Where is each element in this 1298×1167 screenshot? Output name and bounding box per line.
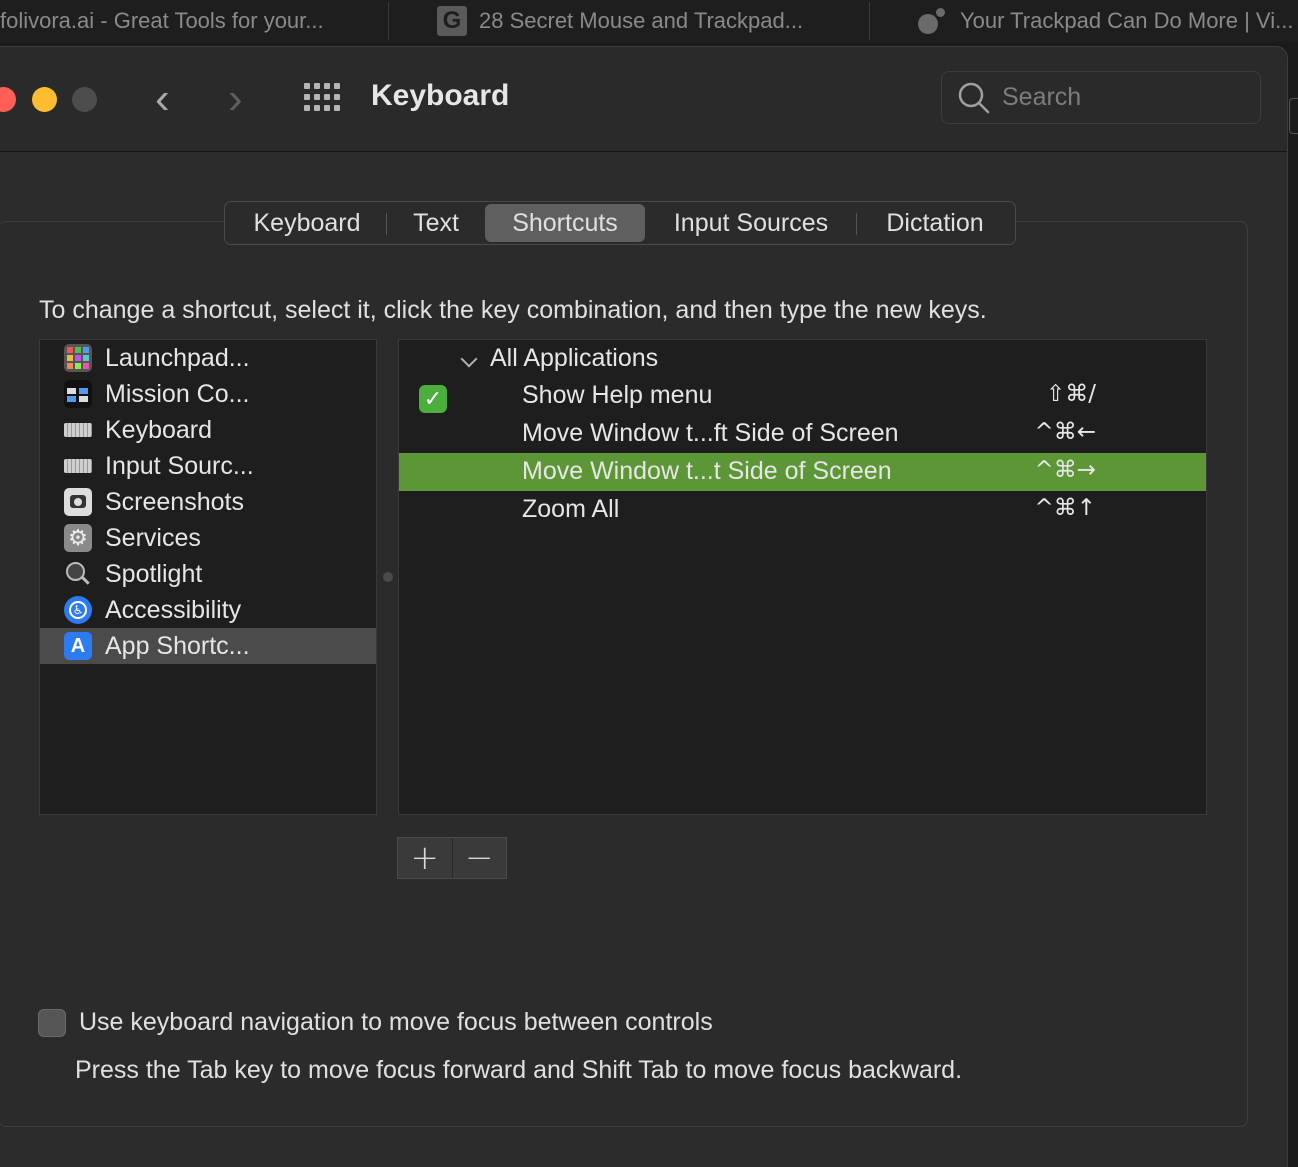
tab-bar: Keyboard Text Shortcuts Input Sources Di… xyxy=(224,201,1016,245)
mission-control-icon xyxy=(64,380,92,408)
shortcut-list: All Applications ✓ Show Help menu ⇧⌘/ Mo… xyxy=(398,339,1207,815)
category-item-input-sources[interactable]: Input Sourc... xyxy=(40,448,376,484)
shortcut-keys[interactable]: ^⌘← xyxy=(1034,419,1096,445)
category-item-spotlight[interactable]: Spotlight xyxy=(40,556,376,592)
gear-icon: ⚙ xyxy=(64,524,92,552)
category-item-mission-control[interactable]: Mission Co... xyxy=(40,376,376,412)
close-button[interactable] xyxy=(0,87,16,112)
browser-tab[interactable]: folivora.ai - Great Tools for your... xyxy=(0,0,389,42)
category-item-app-shortcuts[interactable]: A App Shortc... xyxy=(40,628,376,664)
shortcut-label: Move Window t...t Side of Screen xyxy=(522,457,892,485)
browser-tab-strip: folivora.ai - Great Tools for your... G … xyxy=(0,0,1298,42)
category-item-keyboard[interactable]: Keyboard xyxy=(40,412,376,448)
tab-label: Text xyxy=(413,208,459,237)
search-input[interactable] xyxy=(1000,82,1244,113)
chevron-down-icon[interactable] xyxy=(460,350,478,368)
app-store-icon: A xyxy=(64,632,92,660)
search-icon xyxy=(958,82,990,113)
add-remove-buttons: + − xyxy=(397,837,507,879)
tab-label: Keyboard xyxy=(253,208,361,237)
adjacent-window-edge xyxy=(1289,98,1298,134)
shortcut-label: Show Help menu xyxy=(522,381,713,409)
add-shortcut-button[interactable]: + xyxy=(398,838,453,878)
tab-label: Dictation xyxy=(886,208,984,237)
tab-input-sources[interactable]: Input Sources xyxy=(645,204,857,242)
tab-dictation[interactable]: Dictation xyxy=(857,204,1013,242)
preferences-window: ‹ › Keyboard Keyboard Text Shortcuts xyxy=(0,46,1288,1167)
category-list: Launchpad... Mission Co... Keyboard Inpu… xyxy=(39,339,377,815)
shortcut-row[interactable]: Move Window t...ft Side of Screen ^⌘← xyxy=(399,415,1206,453)
category-label: Mission Co... xyxy=(105,379,250,408)
tab-label: Input Sources xyxy=(673,208,829,237)
search-field[interactable] xyxy=(941,71,1261,124)
browser-tab-title: Your Trackpad Can Do More | Vi... xyxy=(960,8,1294,33)
dots-favicon-icon xyxy=(916,6,950,36)
category-item-launchpad[interactable]: Launchpad... xyxy=(40,340,376,376)
tab-shortcuts[interactable]: Shortcuts xyxy=(485,204,645,242)
remove-shortcut-button[interactable]: − xyxy=(453,838,507,878)
keyboard-navigation-label[interactable]: Use keyboard navigation to move focus be… xyxy=(79,1008,713,1037)
minimize-button[interactable] xyxy=(32,87,57,112)
screenshot-icon xyxy=(64,488,92,516)
category-label: Screenshots xyxy=(105,487,244,516)
category-label: Services xyxy=(105,523,201,552)
group-label: All Applications xyxy=(490,344,659,372)
shortcut-row[interactable]: ✓ Show Help menu ⇧⌘/ xyxy=(399,377,1206,415)
browser-tab-title: folivora.ai - Great Tools for your... xyxy=(0,8,324,33)
category-label: App Shortc... xyxy=(105,631,250,660)
back-button[interactable]: ‹ xyxy=(155,77,170,121)
browser-tab[interactable]: Your Trackpad Can Do More | Vi... xyxy=(870,0,1298,42)
forward-button[interactable]: › xyxy=(228,77,243,121)
shortcut-keys[interactable]: ⇧⌘/ xyxy=(1046,381,1096,407)
magnifier-icon xyxy=(64,560,92,588)
shortcut-row[interactable]: Move Window t...t Side of Screen ^⌘→ xyxy=(399,453,1206,491)
category-label: Accessibility xyxy=(105,595,242,624)
keyboard-navigation-description: Press the Tab key to move focus forward … xyxy=(75,1056,963,1084)
category-item-services[interactable]: ⚙ Services xyxy=(40,520,376,556)
title-bar: ‹ › Keyboard xyxy=(0,47,1287,152)
g-favicon-icon: G xyxy=(437,6,467,36)
browser-tab-title: 28 Secret Mouse and Trackpad... xyxy=(479,8,804,33)
category-label: Keyboard xyxy=(105,415,213,444)
keyboard-navigation-checkbox[interactable] xyxy=(38,1009,66,1037)
shortcut-keys[interactable]: ^⌘→ xyxy=(1034,457,1096,483)
tab-label: Shortcuts xyxy=(512,208,618,237)
zoom-button[interactable] xyxy=(72,87,97,112)
category-item-accessibility[interactable]: ♿ Accessibility xyxy=(40,592,376,628)
category-item-screenshots[interactable]: Screenshots xyxy=(40,484,376,520)
shortcut-enabled-checkbox[interactable]: ✓ xyxy=(419,385,447,413)
group-all-applications[interactable]: All Applications xyxy=(399,342,1206,378)
show-all-grid-icon[interactable] xyxy=(304,83,342,113)
shortcut-label: Move Window t...ft Side of Screen xyxy=(522,419,899,447)
instruction-text: To change a shortcut, select it, click t… xyxy=(39,296,987,324)
tab-text[interactable]: Text xyxy=(387,204,485,242)
input-sources-icon xyxy=(64,459,92,473)
window-title: Keyboard xyxy=(371,79,510,112)
accessibility-icon: ♿ xyxy=(64,596,92,624)
shortcut-keys[interactable]: ^⌘↑ xyxy=(1034,495,1096,521)
browser-tab[interactable]: G 28 Secret Mouse and Trackpad... xyxy=(389,0,870,42)
keyboard-icon xyxy=(64,423,92,437)
category-label: Launchpad... xyxy=(105,343,250,372)
shortcut-label: Zoom All xyxy=(522,495,620,523)
tab-keyboard[interactable]: Keyboard xyxy=(227,204,387,242)
launchpad-icon xyxy=(64,344,92,372)
category-label: Input Sourc... xyxy=(105,451,254,480)
category-label: Spotlight xyxy=(105,559,203,588)
shortcut-row[interactable]: Zoom All ^⌘↑ xyxy=(399,491,1206,529)
split-view-handle[interactable] xyxy=(383,572,393,582)
